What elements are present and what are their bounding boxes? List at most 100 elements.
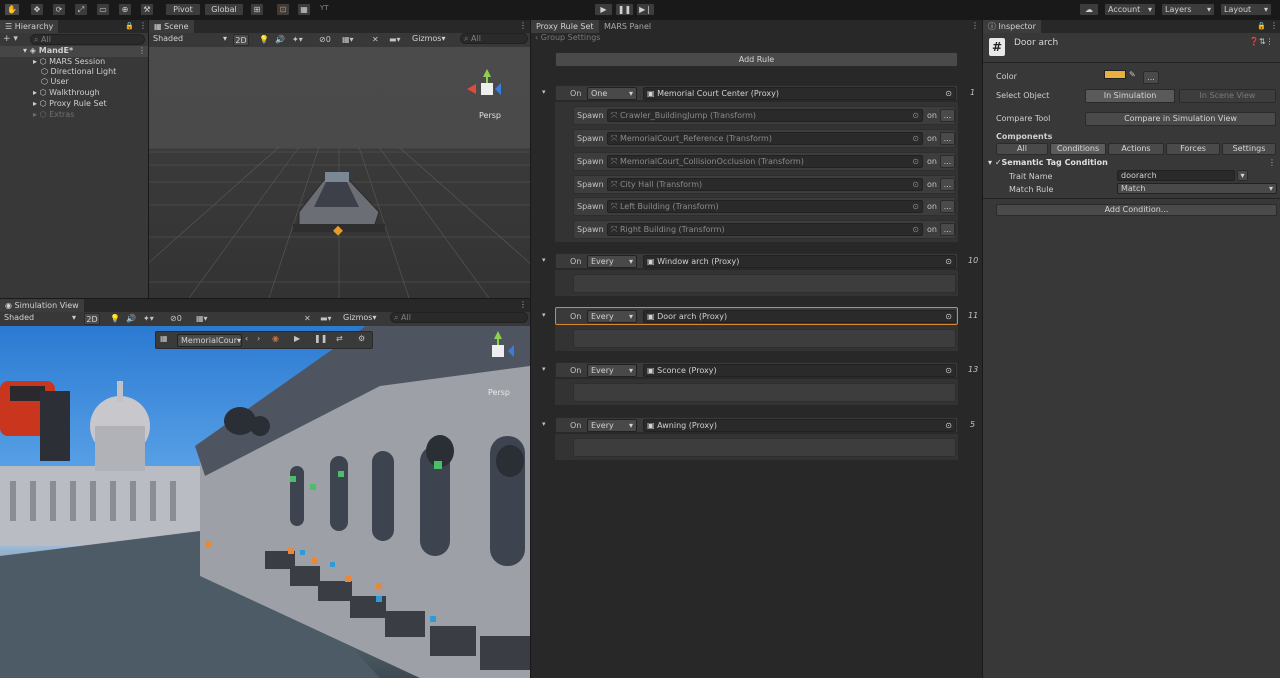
trait-dropdown-button[interactable]: ▾: [1237, 170, 1248, 181]
rule-mode-dropdown[interactable]: Every ▾: [587, 255, 637, 268]
rule-collapse-icon[interactable]: ▾: [542, 256, 546, 264]
in-scene-view-button[interactable]: In Scene View: [1179, 89, 1276, 103]
tab-inspector[interactable]: ⓘ Inspector: [983, 20, 1041, 33]
rule-collapse-icon[interactable]: ▾: [542, 311, 546, 319]
in-simulation-button[interactable]: In Simulation: [1085, 89, 1175, 103]
gizmos-dropdown[interactable]: Gizmos▾: [340, 312, 386, 325]
sim-2d-toggle[interactable]: 2D: [84, 313, 100, 325]
play-icon[interactable]: ▶: [294, 334, 300, 343]
hierarchy-item-mars-session[interactable]: ▸ ⬡ MARS Session: [33, 57, 105, 67]
more-menu-icon[interactable]: ⋮: [138, 46, 146, 55]
create-button[interactable]: + ▾: [3, 34, 18, 44]
spawn-object-field[interactable]: ⤧ MemorialCourt_CollisionOcclusion (Tran…: [607, 155, 923, 168]
more-menu-icon[interactable]: ⋮: [139, 21, 147, 30]
previous-env-button[interactable]: ‹: [245, 334, 248, 343]
tab-forces[interactable]: Forces: [1166, 143, 1220, 155]
rotate-tool-button[interactable]: ⟳: [52, 3, 66, 16]
spawn-settings-button[interactable]: ...: [940, 223, 955, 236]
rule-mode-dropdown[interactable]: Every ▾: [587, 364, 637, 377]
spawn-settings-button[interactable]: ...: [940, 155, 955, 168]
object-picker-icon[interactable]: ⊙: [945, 420, 952, 431]
record-button[interactable]: ◉: [272, 334, 279, 343]
camera-icon[interactable]: ▬▾: [389, 35, 401, 44]
group-settings-link[interactable]: ‹ Group Settings: [535, 33, 600, 42]
add-rule-button[interactable]: Add Rule: [555, 52, 958, 67]
spawn-object-field[interactable]: ⤧ Left Building (Transform) ⊙: [607, 200, 923, 213]
lighting-icon[interactable]: 💡: [259, 35, 269, 44]
grid-toggle-icon[interactable]: ▦▾: [342, 35, 354, 44]
more-menu-icon[interactable]: ⋮: [1270, 21, 1278, 30]
spawn-settings-button[interactable]: ...: [940, 178, 955, 191]
sync-icon[interactable]: ⇄: [336, 334, 343, 343]
layout-dropdown[interactable]: Layout ▾: [1220, 3, 1272, 16]
object-picker-icon[interactable]: ⊙: [945, 365, 952, 376]
pause-button[interactable]: ❚❚: [615, 3, 634, 16]
object-picker-icon[interactable]: ⊙: [945, 311, 952, 322]
hand-tool-button[interactable]: ✋: [4, 3, 20, 16]
object-picker-icon[interactable]: ⊙: [912, 156, 919, 167]
color-more-button[interactable]: ...: [1143, 71, 1159, 84]
rule-mode-dropdown[interactable]: Every ▾: [587, 419, 637, 432]
sim-shading-dropdown[interactable]: Shaded ▾: [1, 312, 79, 325]
spawn-object-field[interactable]: ⤧ City Hall (Transform) ⊙: [607, 178, 923, 191]
tab-proxy-rule-set[interactable]: Proxy Rule Set: [531, 20, 599, 33]
scene-search-input[interactable]: ⌕ All: [460, 33, 528, 44]
object-picker-icon[interactable]: ⊙: [912, 224, 919, 235]
object-picker-icon[interactable]: ⊙: [912, 201, 919, 212]
transform-tool-button[interactable]: ⊕: [118, 3, 132, 16]
spawn-object-field[interactable]: ⤧ Right Building (Transform) ⊙: [607, 223, 923, 236]
proxy-object-field[interactable]: ▣ Door arch (Proxy) ⊙: [643, 310, 956, 323]
move-tool-button[interactable]: ✥: [30, 3, 44, 16]
tools-icon[interactable]: ✕: [304, 314, 311, 323]
grid-snap-button[interactable]: ⊞: [250, 3, 264, 16]
audio-icon[interactable]: 🔊: [275, 35, 285, 44]
global-toggle[interactable]: Global: [204, 3, 244, 16]
proxy-object-field[interactable]: ▣ Memorial Court Center (Proxy) ⊙: [643, 87, 956, 100]
more-menu-icon[interactable]: ⋮: [1268, 158, 1276, 167]
compare-simulation-button[interactable]: Compare in Simulation View: [1085, 112, 1276, 126]
environment-dropdown[interactable]: MemorialCour▾: [177, 334, 242, 347]
persp-label[interactable]: Persp: [479, 111, 501, 120]
tab-mars-panel[interactable]: MARS Panel: [599, 20, 656, 33]
grid-toggle-icon[interactable]: ▦▾: [196, 314, 208, 323]
trait-name-input[interactable]: doorarch: [1117, 170, 1235, 181]
spawn-settings-button[interactable]: ...: [940, 200, 955, 213]
tab-simulation-view[interactable]: ◉ Simulation View: [0, 299, 84, 312]
hierarchy-item-user[interactable]: ⬡ User: [41, 77, 69, 87]
rule-mode-dropdown[interactable]: Every ▾: [587, 310, 637, 323]
rule-collapse-icon[interactable]: ▾: [542, 88, 546, 96]
spawn-object-field[interactable]: ⤧ MemorialCourt_Reference (Transform) ⊙: [607, 132, 923, 145]
spawn-settings-button[interactable]: ...: [940, 109, 955, 122]
effects-icon[interactable]: ✦▾: [292, 35, 303, 44]
hidden-objects-toggle[interactable]: ⊘0: [319, 35, 331, 44]
scale-tool-button[interactable]: ⤢: [74, 3, 88, 16]
building-model[interactable]: [293, 172, 385, 236]
tab-scene[interactable]: ▦ Scene: [149, 20, 194, 33]
scene-viewport[interactable]: Persp: [149, 47, 530, 298]
hierarchy-search-input[interactable]: ⌕ All: [30, 34, 145, 45]
camera-icon[interactable]: ▬▾: [320, 314, 332, 323]
hierarchy-item-proxy-rule-set[interactable]: ▸ ⬡ Proxy Rule Set: [33, 99, 107, 109]
object-picker-icon[interactable]: ⊙: [912, 110, 919, 121]
eyedropper-icon[interactable]: ✎: [1129, 70, 1136, 79]
account-dropdown[interactable]: Account ▾: [1104, 3, 1156, 16]
tab-settings[interactable]: Settings: [1222, 143, 1276, 155]
more-menu-icon[interactable]: ⋮: [519, 21, 527, 30]
color-swatch[interactable]: [1104, 70, 1126, 79]
lock-icon[interactable]: 🔒: [1257, 22, 1266, 30]
tab-all[interactable]: All: [996, 143, 1048, 155]
cloud-icon[interactable]: ☁: [1079, 3, 1099, 16]
effects-icon[interactable]: ✦▾: [143, 314, 154, 323]
layers-dropdown[interactable]: Layers ▾: [1161, 3, 1215, 16]
proxy-object-field[interactable]: ▣ Window arch (Proxy) ⊙: [643, 255, 956, 268]
mars-icon[interactable]: YT: [320, 4, 329, 12]
pause-icon[interactable]: ❚❚: [314, 334, 327, 343]
scene-2d-toggle[interactable]: 2D: [233, 34, 249, 46]
add-condition-button[interactable]: Add Condition...: [996, 204, 1277, 216]
gizmos-dropdown[interactable]: Gizmos▾: [409, 33, 455, 46]
settings-gear-icon[interactable]: ⚙: [358, 334, 365, 343]
spawn-settings-button[interactable]: ...: [940, 132, 955, 145]
rect-tool-button[interactable]: ▭: [96, 3, 110, 16]
lock-icon[interactable]: 🔒: [125, 22, 134, 30]
orientation-gizmo[interactable]: [467, 69, 507, 109]
